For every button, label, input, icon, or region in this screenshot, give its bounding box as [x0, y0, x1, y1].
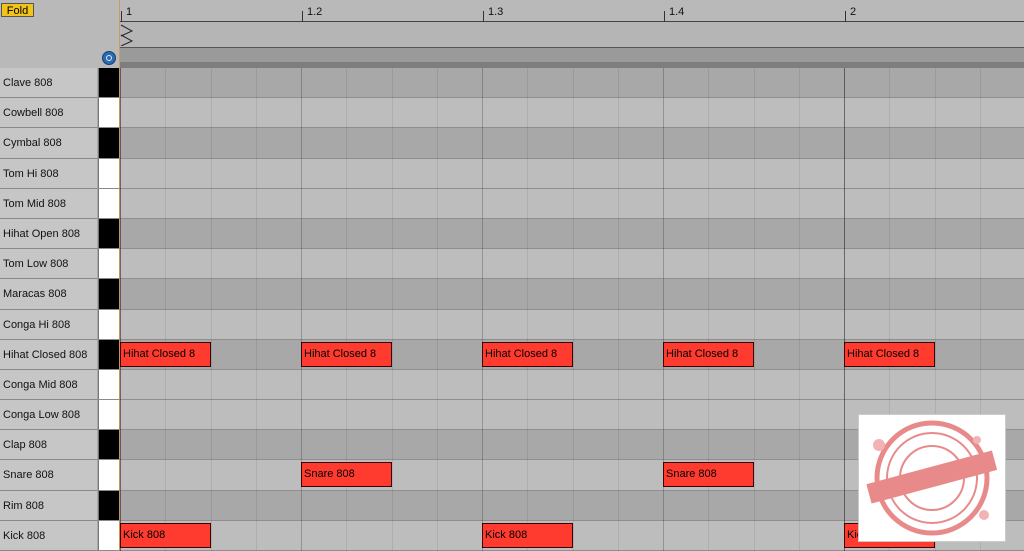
- drum-key-row[interactable]: Cowbell 808: [0, 98, 120, 129]
- drum-key-label: Tom Low 808: [0, 249, 97, 279]
- piano-key[interactable]: [98, 68, 119, 98]
- drum-key-label: Conga Low 808: [0, 400, 97, 430]
- drum-key-label: Conga Hi 808: [0, 309, 97, 339]
- grid-line: [618, 68, 619, 551]
- drum-rack-keys: Clave 808 Cowbell 808 Cymbal 808 Tom Hi 808…: [0, 68, 120, 551]
- ruler-label: 1.2: [307, 6, 323, 18]
- drum-key-row[interactable]: Rim 808: [0, 490, 120, 521]
- piano-key[interactable]: [98, 309, 119, 339]
- ruler-label: 2: [850, 6, 857, 18]
- grid-line: [211, 68, 212, 551]
- drum-key-label: Tom Hi 808: [0, 158, 97, 188]
- drum-key-label: Hihat Open 808: [0, 218, 97, 249]
- ruler-tick: [302, 11, 303, 22]
- ruler-tick: [121, 11, 122, 22]
- piano-key[interactable]: [98, 369, 119, 400]
- midi-note[interactable]: Hihat Closed 8: [120, 342, 211, 367]
- drum-key-label: Rim 808: [0, 490, 97, 520]
- grid-line: [799, 68, 800, 551]
- drum-key-label: Snare 808: [0, 460, 97, 490]
- piano-key[interactable]: [98, 339, 119, 369]
- grid-line: [392, 68, 393, 551]
- drum-key-label: Clave 808: [0, 68, 97, 98]
- drum-key-row[interactable]: Tom Low 808: [0, 249, 120, 280]
- grid-line: [165, 68, 166, 551]
- drum-key-row[interactable]: Hihat Open 808: [0, 218, 120, 250]
- drum-key-label: Clap 808: [0, 430, 97, 460]
- drum-key-label: Kick 808: [0, 520, 97, 550]
- grid-line: [437, 68, 438, 551]
- piano-key[interactable]: [98, 520, 119, 550]
- clip-scroll-strip[interactable]: [120, 48, 1024, 62]
- drum-key-row[interactable]: Conga Hi 808: [0, 309, 120, 340]
- piano-key[interactable]: [98, 98, 119, 128]
- drum-key-label: Cymbal 808: [0, 128, 97, 158]
- ruler-label: 1.4: [669, 6, 685, 18]
- drum-key-row[interactable]: Hihat Closed 808: [0, 339, 120, 370]
- drum-key-label: Hihat Closed 808: [0, 339, 97, 369]
- midi-note[interactable]: Kick 808: [120, 523, 211, 548]
- headphones-icon[interactable]: [102, 51, 116, 65]
- piano-key[interactable]: [98, 400, 119, 430]
- drum-key-row[interactable]: Cymbal 808: [0, 128, 120, 159]
- drum-key-label: Conga Mid 808: [0, 369, 97, 400]
- ruler-label: 1: [126, 6, 133, 18]
- midi-note[interactable]: Hihat Closed 8: [482, 342, 573, 367]
- drum-key-label: Tom Mid 808: [0, 188, 97, 218]
- drum-key-row[interactable]: Kick 808: [0, 520, 120, 551]
- protected-image-watermark: [858, 414, 1006, 542]
- midi-note[interactable]: Kick 808: [482, 523, 573, 548]
- grid-line: [482, 68, 483, 551]
- start-marker-line: [119, 0, 120, 551]
- drum-key-row[interactable]: Conga Low 808: [0, 400, 120, 431]
- grid-line: [256, 68, 257, 551]
- grid-line: [573, 68, 574, 551]
- midi-note[interactable]: Snare 808: [301, 462, 392, 487]
- grid-line: [844, 68, 845, 551]
- piano-key[interactable]: [98, 279, 119, 309]
- drum-key-row[interactable]: Tom Hi 808: [0, 158, 120, 189]
- grid-line: [527, 68, 528, 551]
- piano-key[interactable]: [98, 430, 119, 460]
- loop-marker-icon[interactable]: [120, 24, 134, 46]
- ruler-label: 1.3: [488, 6, 504, 18]
- piano-key[interactable]: [98, 460, 119, 490]
- drum-key-label: Maracas 808: [0, 279, 97, 309]
- midi-note[interactable]: Hihat Closed 8: [663, 342, 754, 367]
- midi-note[interactable]: Snare 808: [663, 462, 754, 487]
- drum-key-label: Cowbell 808: [0, 98, 97, 128]
- ruler-tick: [664, 11, 665, 22]
- drum-key-row[interactable]: Snare 808: [0, 460, 120, 491]
- grid-line: [120, 68, 121, 551]
- grid-line: [754, 68, 755, 551]
- ruler-tick: [845, 11, 846, 22]
- piano-key[interactable]: [98, 158, 119, 188]
- midi-note[interactable]: Hihat Closed 8: [301, 342, 392, 367]
- beat-time-ruler[interactable]: 1 1.2 1.3 1.4 2: [120, 0, 1024, 22]
- editor-header-left: Fold: [0, 0, 120, 68]
- drum-key-row[interactable]: Maracas 808: [0, 279, 120, 310]
- drum-key-row[interactable]: Tom Mid 808: [0, 188, 120, 219]
- midi-note[interactable]: Hihat Closed 8: [844, 342, 935, 367]
- drum-key-row[interactable]: Clave 808: [0, 68, 120, 99]
- ruler-tick: [483, 11, 484, 22]
- drum-key-row[interactable]: Clap 808: [0, 430, 120, 461]
- loop-brace-area[interactable]: [120, 22, 1024, 48]
- midi-clip-editor: Fold 1 1.2 1.3 1.4 2 Clave 808 Cowbell 808 Cym…: [0, 0, 1024, 551]
- fold-button[interactable]: Fold: [1, 3, 34, 17]
- piano-key[interactable]: [98, 490, 119, 520]
- piano-key[interactable]: [98, 218, 119, 249]
- piano-key[interactable]: [98, 128, 119, 158]
- piano-key[interactable]: [98, 188, 119, 218]
- piano-key[interactable]: [98, 249, 119, 279]
- drum-key-row[interactable]: Conga Mid 808: [0, 369, 120, 401]
